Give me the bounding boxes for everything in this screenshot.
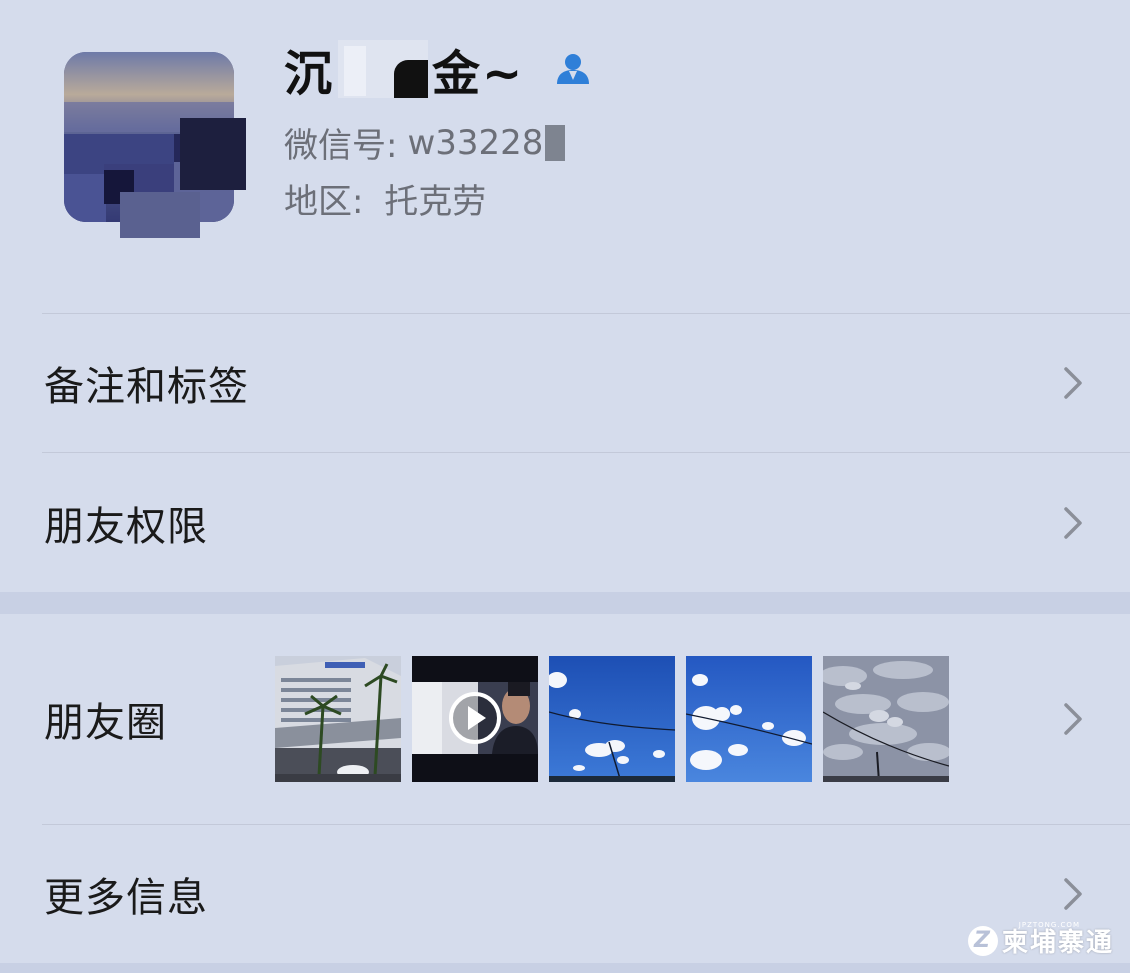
chevron-right-icon [1064,878,1082,910]
chevron-right-icon [1064,506,1082,539]
watermark-logo-icon: Z [967,925,998,956]
wechat-id-value: w33228 [407,122,544,163]
section-separator [0,963,1130,973]
wechat-id-label: 微信号: [284,126,398,166]
moments-label: 朋友圈 [44,700,167,746]
moments-thumbnail-video[interactable] [412,656,538,782]
contact-profile-page: 沉 金~ 微信号: w33228 地区: 托克劳 备注和标签 朋友权限 朋友圈 … [0,0,1130,973]
more-info-row[interactable]: 更多信息 [0,825,1130,963]
section-separator [0,592,1130,614]
wechat-id-redaction [545,124,566,161]
contact-person-icon [554,50,592,92]
more-info-label: 更多信息 [44,875,208,921]
moments-thumbnail-sky[interactable] [549,656,675,782]
region: 地区: 托克劳 [284,174,486,223]
watermark-text: 柬埔寨通 [1001,928,1114,958]
friend-permissions-row[interactable]: 朋友权限 [0,453,1130,592]
region-label: 地区: [284,182,364,222]
moments-thumbnail-sky[interactable] [686,656,812,782]
watermark: Z 柬埔寨通 [967,922,1114,959]
nickname: 沉 金~ [284,38,592,102]
chevron-right-icon [1064,367,1082,399]
friend-permissions-label: 朋友权限 [44,503,208,550]
nickname-redaction [338,40,429,98]
avatar-mosaic-block [180,118,246,190]
nickname-start: 沉 [284,46,335,102]
moments-thumbnail-cloudy-sky[interactable] [823,656,949,782]
wechat-id: 微信号: w33228 [284,118,566,167]
moments-thumbnails [275,656,949,782]
profile-header: 沉 金~ 微信号: w33228 地区: 托克劳 [0,0,1130,313]
nickname-end: 金~ [432,46,525,102]
region-value: 托克劳 [384,182,487,222]
chevron-right-icon [1064,703,1082,735]
remark-tags-row[interactable]: 备注和标签 [0,314,1130,452]
avatar-mosaic-block [120,192,200,238]
moments-thumbnail-building[interactable] [275,656,401,782]
remark-tags-label: 备注和标签 [44,364,249,410]
